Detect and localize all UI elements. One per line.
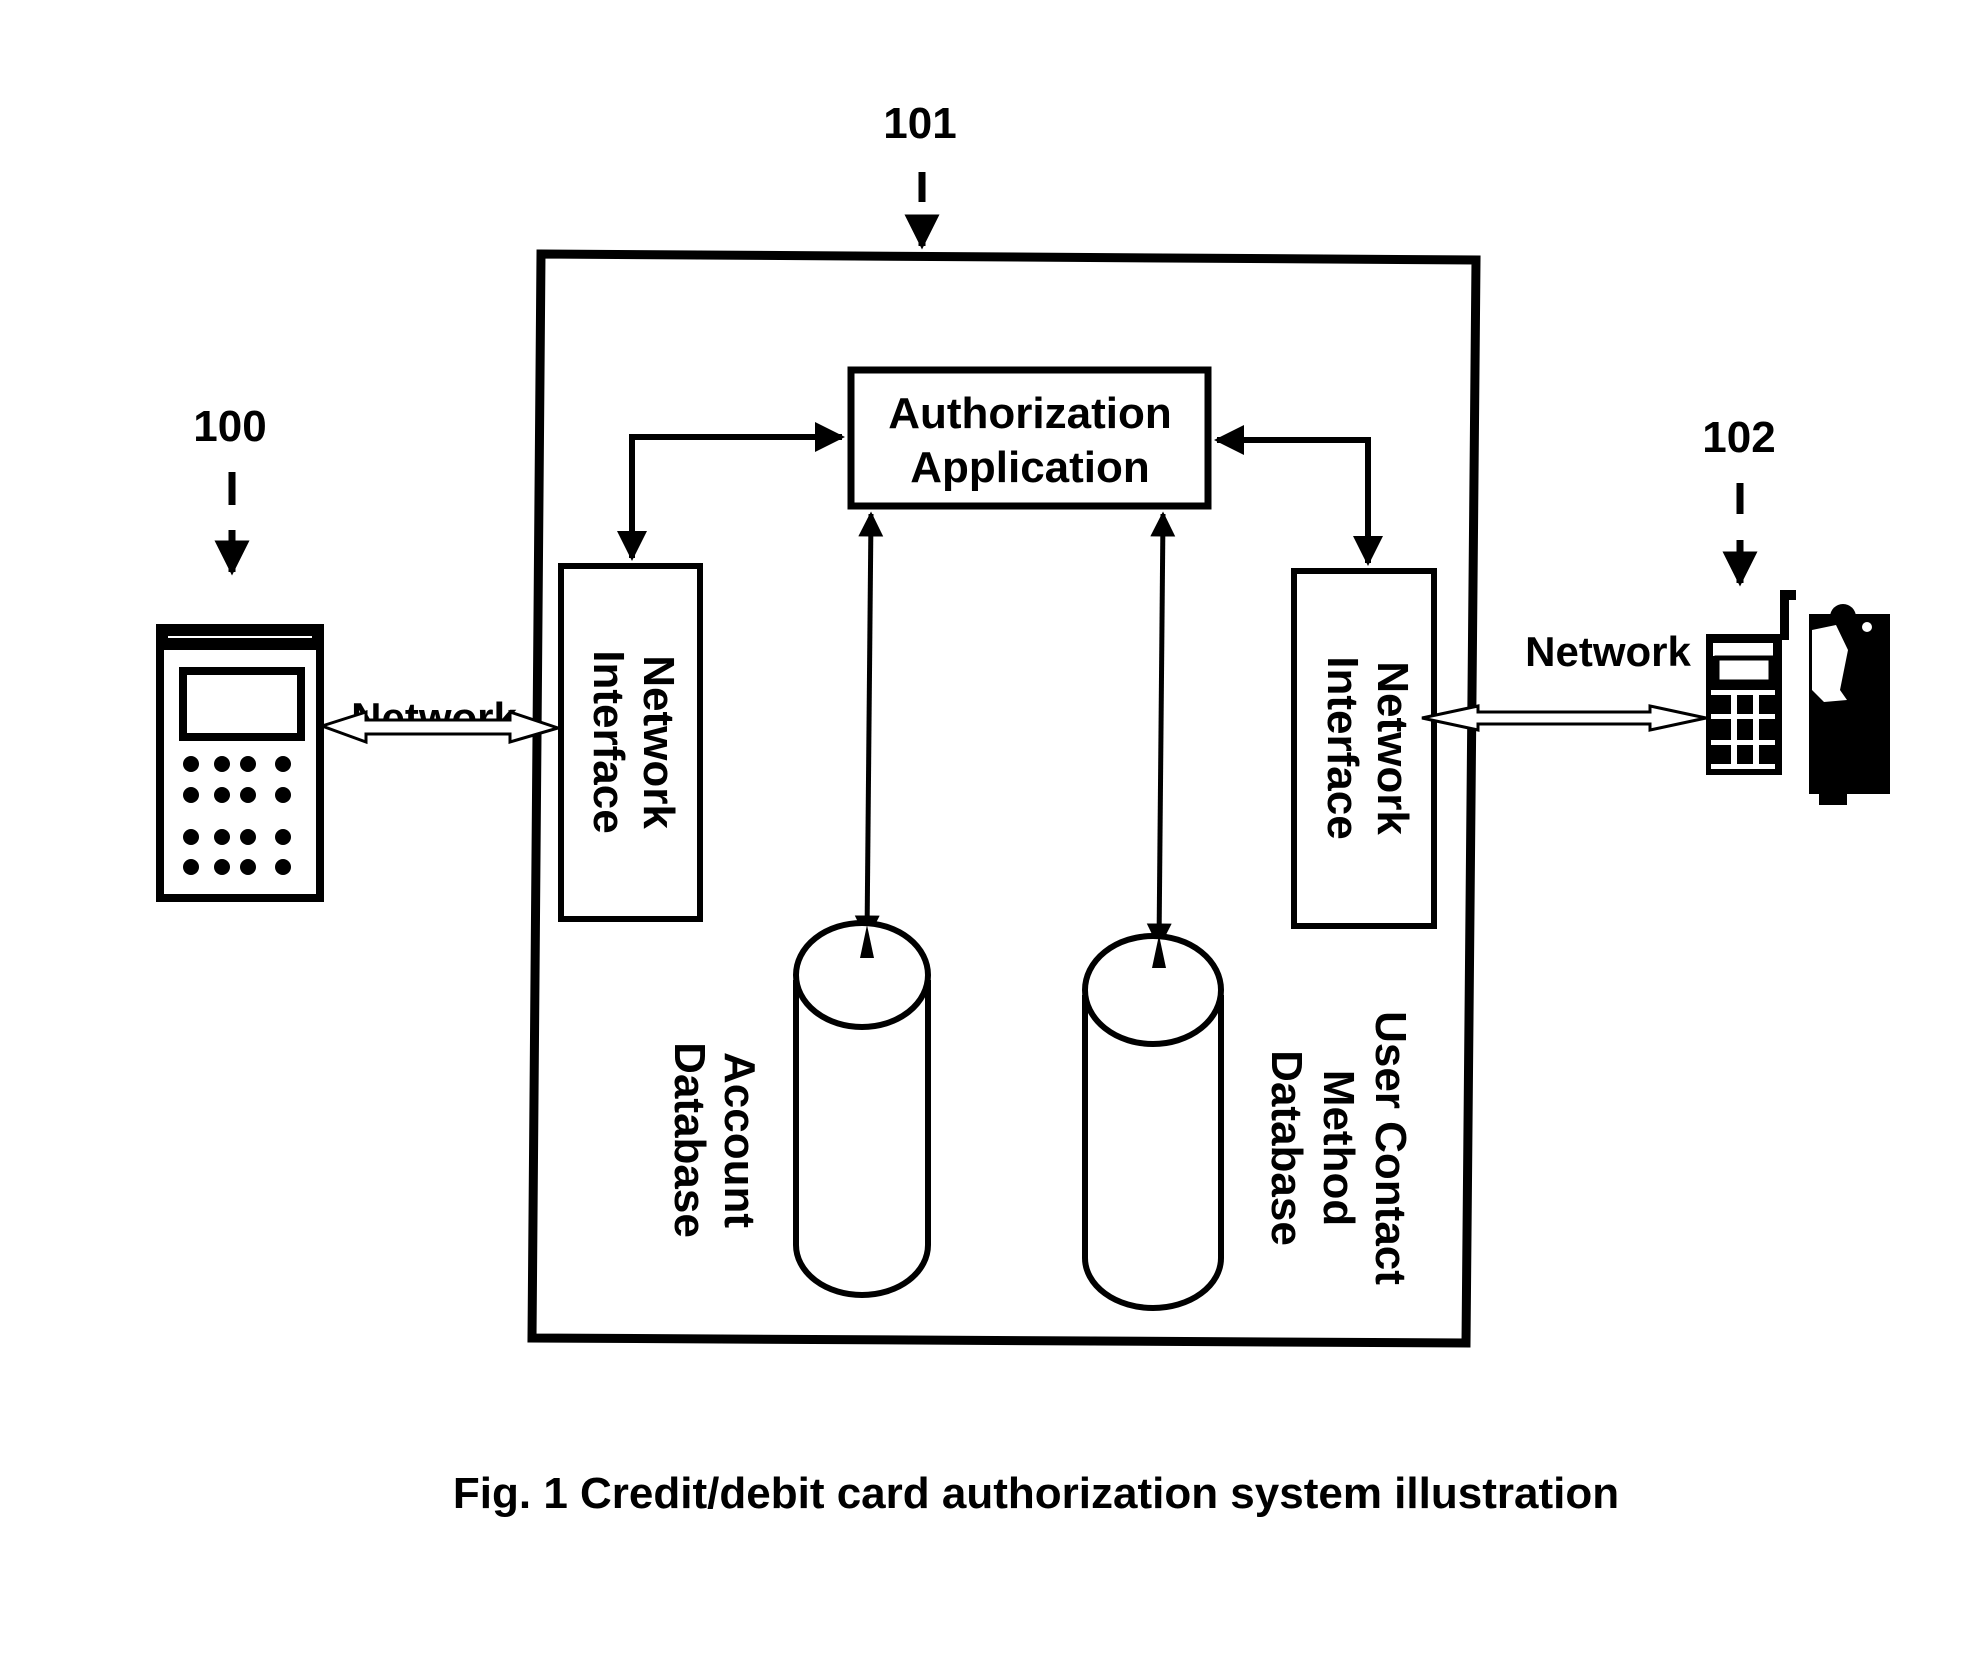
network-interface-left-box[interactable]: Network Interface: [558, 563, 703, 922]
user-contact-database-cylinder[interactable]: [1082, 933, 1224, 1311]
account-database-line1: Account: [715, 1052, 764, 1228]
user-person-icon: [1809, 604, 1890, 805]
authorization-application-box[interactable]: Authorization Application: [847, 366, 1212, 510]
network-interface-left-line1: Network: [634, 655, 683, 829]
network-interface-right-line1: Network: [1368, 661, 1417, 835]
account-database-label: Account Database: [665, 1042, 764, 1238]
connector-auth-to-account-db: [854, 511, 884, 941]
connector-auth-to-contact-db: [1146, 511, 1176, 949]
ref-101-callout: 101: [883, 99, 957, 250]
connector-auth-to-left-ni: [617, 422, 845, 561]
card-terminal-icon[interactable]: [156, 624, 324, 902]
authorization-application-line1: Authorization: [888, 389, 1172, 438]
ref-label-100: 100: [193, 402, 266, 451]
connector-auth-to-right-ni: [1214, 425, 1383, 566]
ref-label-101: 101: [883, 99, 956, 148]
ref-label-102: 102: [1702, 413, 1775, 462]
network-interface-right-line2: Interface: [1318, 656, 1367, 839]
network-link-right-double-arrow[interactable]: [1421, 704, 1707, 732]
authorization-system-diagram: 101 Authorization Application Network In…: [156, 99, 1890, 1518]
ref-100-callout: 100: [193, 402, 267, 576]
ref-102-callout: 102: [1702, 413, 1776, 587]
account-database-line2: Database: [665, 1042, 714, 1238]
figure-caption: Fig. 1 Credit/debit card authorization s…: [453, 1469, 1619, 1518]
user-contact-database-line2: Method: [1314, 1070, 1363, 1226]
network-label-right: Network: [1525, 628, 1691, 675]
user-contact-database-line3: Database: [1262, 1050, 1311, 1246]
network-interface-right-box[interactable]: Network Interface: [1291, 568, 1437, 929]
user-contact-database-label: User Contact Method Database: [1262, 1011, 1415, 1285]
network-interface-left-line2: Interface: [584, 650, 633, 833]
user-contact-database-line1: User Contact: [1366, 1011, 1415, 1285]
authorization-application-line2: Application: [910, 443, 1150, 492]
account-database-cylinder[interactable]: [793, 920, 931, 1298]
mobile-phone-icon[interactable]: [1706, 590, 1796, 775]
